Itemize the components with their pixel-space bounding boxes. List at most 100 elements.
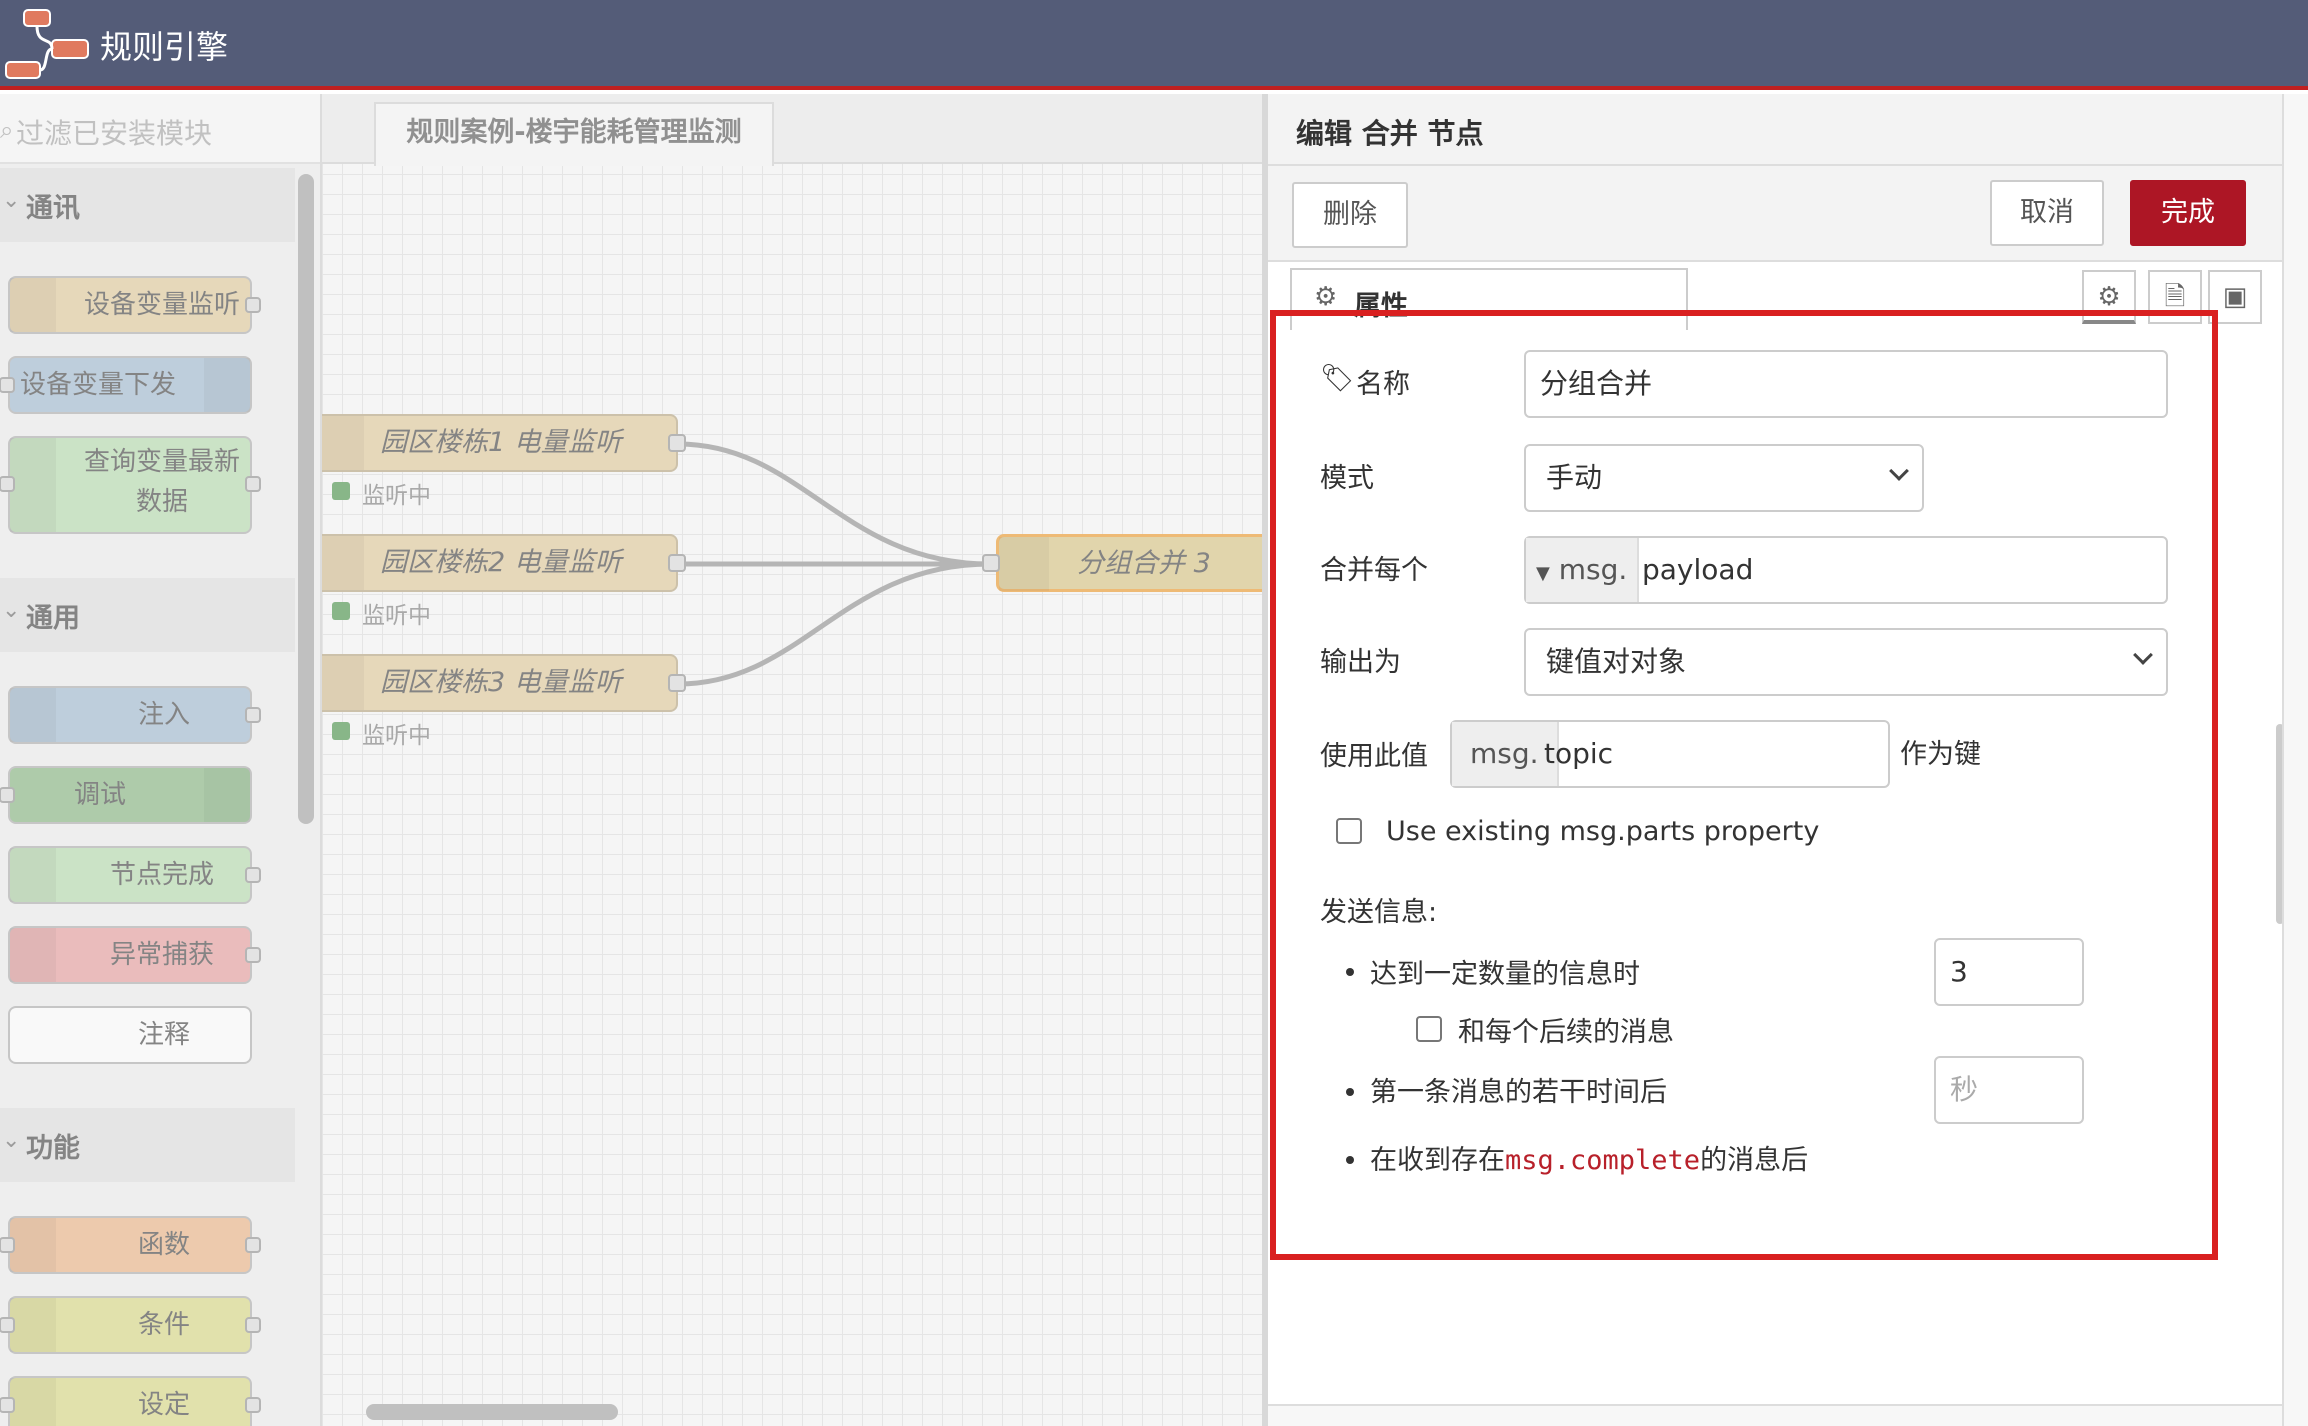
palette-node-complete[interactable]: 节点完成 bbox=[8, 846, 261, 904]
combine-value: payload bbox=[1642, 553, 1754, 586]
palette-search[interactable]: ⌕ 过滤已安装模块 bbox=[0, 94, 320, 164]
palette-node-device-write[interactable]: 设备变量下发 bbox=[0, 356, 252, 414]
type-prefix: msg. bbox=[1558, 553, 1628, 586]
tab-properties[interactable]: ⚙ 属性 bbox=[1290, 268, 1688, 330]
use-parts-label: Use existing msg.parts property bbox=[1386, 816, 1820, 847]
search-doc-icon bbox=[10, 438, 56, 532]
node-label: 园区楼栋3 电量监听 bbox=[380, 667, 622, 698]
download-icon bbox=[204, 358, 250, 412]
exclamation-icon bbox=[10, 928, 56, 982]
type-selector[interactable]: ▼ msg. bbox=[1526, 538, 1640, 602]
bullet bbox=[1346, 1088, 1354, 1096]
palette-node-query-latest[interactable]: 查询变量最新 数据 bbox=[0, 436, 261, 534]
combine-label: 合并每个 bbox=[1320, 555, 1428, 586]
delete-button[interactable]: 删除 bbox=[1292, 182, 1408, 248]
use-parts-checkbox[interactable] bbox=[1336, 818, 1362, 844]
caret-down-icon: ▼ bbox=[1536, 563, 1550, 584]
appearance-frame-icon[interactable]: ▣ bbox=[2208, 270, 2262, 324]
palette-node-function[interactable]: 函数 bbox=[0, 1216, 261, 1274]
node-label: 设备变量下发 bbox=[20, 370, 177, 400]
output-port[interactable] bbox=[245, 707, 261, 723]
output-port[interactable] bbox=[245, 947, 261, 963]
search-icon: ⌕ bbox=[0, 116, 14, 144]
flow-workspace[interactable]: 规则案例-楼宇能耗管理监测 园区楼栋1 电量监听 监听中 园区楼栋2 电量监听 … bbox=[322, 94, 1262, 1426]
palette-node-inject[interactable]: 注入 bbox=[8, 686, 261, 744]
status-dot bbox=[332, 602, 350, 620]
node-label: 设定 bbox=[138, 1390, 191, 1420]
key-typed-input[interactable]: msg. topic bbox=[1450, 720, 1890, 788]
key-value: topic bbox=[1544, 737, 1614, 770]
mode-select[interactable]: 手动 bbox=[1524, 444, 1924, 512]
palette-category-common[interactable]: ⌄ 通用 bbox=[0, 578, 295, 652]
switch-icon bbox=[10, 1298, 56, 1352]
mode-label: 模式 bbox=[1320, 463, 1374, 494]
node-label: 查询变量最新 bbox=[84, 447, 241, 477]
node-label: 条件 bbox=[138, 1310, 191, 1340]
gear-icon: ⚙ bbox=[1314, 282, 1338, 312]
output-port[interactable] bbox=[245, 1317, 261, 1333]
settings-gear-icon[interactable]: ⚙ bbox=[2082, 270, 2136, 324]
palette-node-device-listen[interactable]: 设备变量监听 bbox=[8, 276, 261, 334]
editor-tray: 编辑 合并 节点 删除 取消 完成 ⚙ 属性 ⚙ 🗎 ▣ 🏷 名称 分组合并 模… bbox=[1262, 94, 2284, 1426]
output-label: 输出为 bbox=[1320, 647, 1401, 678]
output-port[interactable] bbox=[668, 554, 686, 572]
complete-label: 在收到存在msg.complete的消息后 bbox=[1370, 1138, 1808, 1177]
input-port[interactable] bbox=[0, 1397, 15, 1413]
timeout-input[interactable]: 秒 bbox=[1934, 1056, 2084, 1124]
app-logo-icon bbox=[5, 9, 89, 79]
name-input[interactable]: 分组合并 bbox=[1524, 350, 2168, 418]
input-port[interactable] bbox=[982, 554, 1000, 572]
combine-typed-input[interactable]: ▼ msg. payload bbox=[1524, 536, 2168, 604]
output-port[interactable] bbox=[245, 867, 261, 883]
palette-scrollbar[interactable] bbox=[298, 174, 314, 824]
list-icon bbox=[204, 768, 250, 822]
output-port[interactable] bbox=[245, 1237, 261, 1253]
router-icon bbox=[322, 656, 364, 710]
count-label: 达到一定数量的信息时 bbox=[1370, 959, 1640, 990]
output-port[interactable] bbox=[245, 476, 261, 492]
bullet bbox=[1346, 968, 1354, 976]
output-port[interactable] bbox=[245, 1397, 261, 1413]
status-dot bbox=[332, 722, 350, 740]
node-label: 注释 bbox=[138, 1020, 191, 1050]
palette-search-input[interactable]: 过滤已安装模块 bbox=[16, 112, 212, 152]
output-select[interactable]: 键值对对象 bbox=[1524, 628, 2168, 696]
palette-node-catch[interactable]: 异常捕获 bbox=[8, 926, 261, 984]
function-icon bbox=[10, 1218, 56, 1272]
type-prefix: msg. bbox=[1452, 722, 1559, 786]
cancel-button[interactable]: 取消 bbox=[1990, 180, 2104, 246]
input-port[interactable] bbox=[0, 476, 15, 492]
node-label: 园区楼栋2 电量监听 bbox=[380, 547, 622, 578]
node-status: 监听中 bbox=[362, 603, 431, 629]
subsequent-checkbox[interactable] bbox=[1416, 1016, 1442, 1042]
flow-node-building1[interactable]: 园区楼栋1 电量监听 bbox=[322, 414, 678, 472]
palette-node-debug[interactable]: 调试 bbox=[0, 766, 252, 824]
input-port[interactable] bbox=[0, 1317, 15, 1333]
workspace-hscrollbar[interactable] bbox=[366, 1404, 618, 1420]
flow-node-building3[interactable]: 园区楼栋3 电量监听 bbox=[322, 654, 678, 712]
flow-node-building2[interactable]: 园区楼栋2 电量监听 bbox=[322, 534, 678, 592]
palette-node-comment[interactable]: 注释 bbox=[8, 1006, 252, 1064]
exclamation-icon bbox=[10, 848, 56, 902]
tray-toolbar: 删除 取消 完成 bbox=[1268, 166, 2282, 262]
count-input[interactable]: 3 bbox=[1934, 938, 2084, 1006]
input-port[interactable] bbox=[0, 377, 15, 393]
output-port[interactable] bbox=[245, 297, 261, 313]
chevron-down-icon: ⌄ bbox=[2, 598, 21, 623]
palette-node-switch[interactable]: 条件 bbox=[0, 1296, 261, 1354]
chevron-down-icon bbox=[1889, 461, 1909, 481]
tray-title: 编辑 合并 节点 bbox=[1296, 117, 1484, 150]
description-doc-icon[interactable]: 🗎 bbox=[2148, 270, 2202, 324]
palette-category-function[interactable]: ⌄ 功能 bbox=[0, 1108, 295, 1182]
palette-node-change[interactable]: 设定 bbox=[0, 1376, 261, 1426]
done-button[interactable]: 完成 bbox=[2130, 180, 2246, 246]
palette-category-comm[interactable]: ⌄ 通讯 bbox=[0, 168, 295, 242]
output-port[interactable] bbox=[668, 434, 686, 452]
input-port[interactable] bbox=[0, 787, 15, 803]
node-label: 园区楼栋1 电量监听 bbox=[380, 427, 622, 458]
input-port[interactable] bbox=[0, 1237, 15, 1253]
flow-node-join[interactable]: 分组合并 3 bbox=[996, 534, 1262, 592]
output-port[interactable] bbox=[668, 674, 686, 692]
chevron-down-icon: ⌄ bbox=[2, 188, 21, 213]
key-label: 使用此值 bbox=[1320, 741, 1428, 772]
